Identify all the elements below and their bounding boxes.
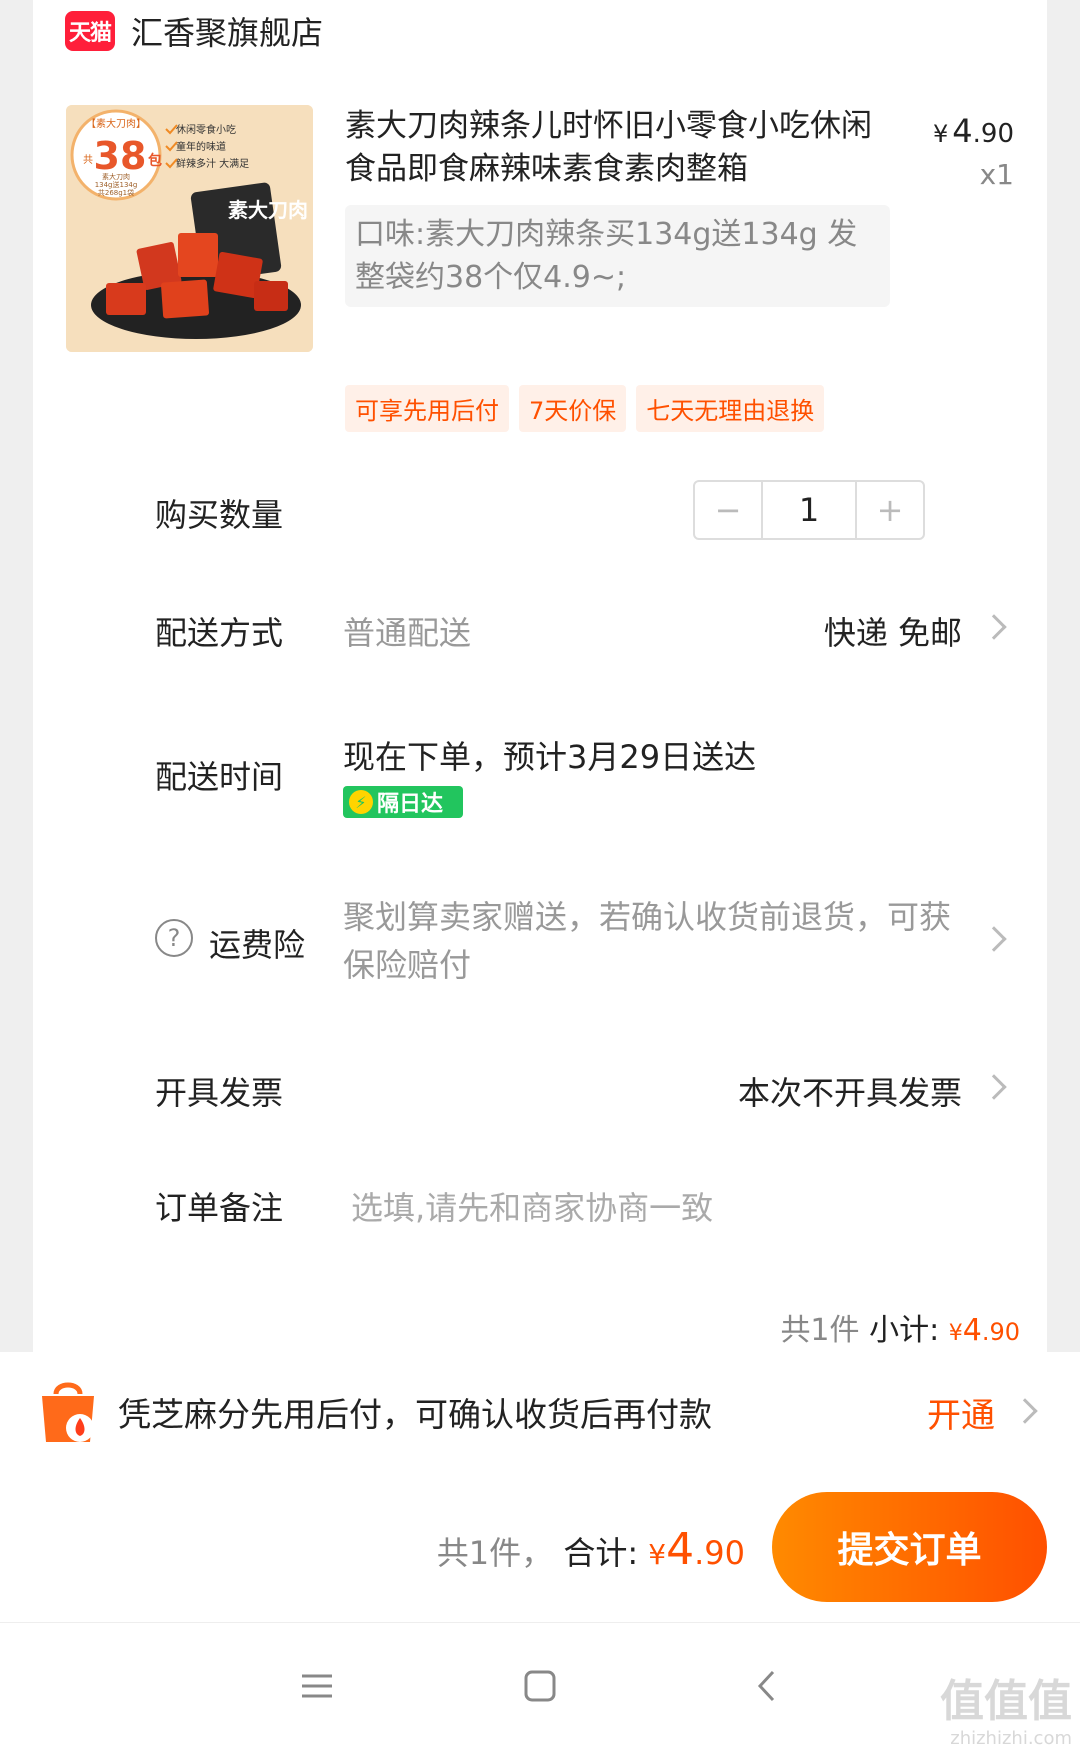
tmall-logo: 天猫	[65, 11, 115, 51]
delivery-time-label: 配送时间	[155, 758, 284, 796]
delivery-method: 普通配送	[343, 614, 472, 652]
chevron-right-icon[interactable]	[981, 614, 1007, 640]
quantity-label: 购买数量	[155, 496, 284, 534]
price-currency: ¥	[933, 120, 949, 148]
increment-button[interactable]: +	[857, 482, 923, 538]
activate-link[interactable]: 开通	[927, 1388, 995, 1437]
total-decimal: .90	[694, 1534, 745, 1572]
service-tag: 七天无理由退换	[636, 385, 825, 432]
watermark-url: zhizhizhi.com	[950, 1728, 1072, 1749]
pay-later-text: 凭芝麻分先用后付，可确认收货后再付款	[118, 1395, 712, 1434]
remark-input[interactable]: 选填,请先和商家协商一致	[351, 1183, 713, 1229]
service-tag: 7天价保	[519, 385, 627, 432]
back-icon[interactable]	[742, 1661, 792, 1711]
service-tags: 可享先用后付 7天价保 七天无理由退换	[345, 385, 825, 432]
order-total: 共1件， 合计: ¥4.90	[437, 1524, 745, 1575]
total-count: 共1件，	[436, 1534, 554, 1572]
checkout-bar: 共1件， 合计: ¥4.90 提交订单	[0, 1472, 1080, 1622]
price-integer: 4	[952, 112, 973, 150]
image-count-suffix: 包	[148, 152, 162, 169]
image-bullet: 童年的味道	[176, 140, 226, 153]
watermark: 值值值 zhizhizhi.com	[940, 1680, 1072, 1748]
watermark-text: 值值值	[940, 1676, 1072, 1727]
decrement-button[interactable]: −	[695, 482, 761, 538]
menu-icon[interactable]	[292, 1661, 342, 1711]
submit-order-button[interactable]: 提交订单	[772, 1492, 1047, 1602]
product-title[interactable]: 素大刀肉辣条儿时怀旧小零食小吃休闲食品即食麻辣味素食素肉整箱	[345, 105, 885, 191]
delivery-method-label: 配送方式	[155, 614, 284, 652]
shopping-bag-icon	[42, 1382, 94, 1442]
chevron-right-icon[interactable]	[981, 1074, 1007, 1100]
chevron-right-icon[interactable]	[1012, 1398, 1038, 1424]
insurance-label: 运费险	[209, 926, 306, 964]
total-integer: 4	[666, 1524, 695, 1575]
subtotal-currency: ¥	[948, 1321, 963, 1346]
next-day-badge: ⚡ 隔日达	[343, 786, 463, 818]
chevron-right-icon[interactable]	[981, 926, 1007, 952]
quantity-value[interactable]: 1	[761, 482, 857, 538]
service-tag: 可享先用后付	[345, 385, 509, 432]
price-decimal: .90	[972, 119, 1014, 149]
order-card: 天猫 汇香聚旗舰店 【素大刀肉】 共 38 包 素大刀肉 134g送134g 共…	[33, 0, 1047, 1352]
product-price: ¥4.90	[933, 112, 1014, 150]
store-header[interactable]: 天猫 汇香聚旗舰店	[65, 8, 323, 54]
quantity-stepper[interactable]: − 1 +	[693, 480, 925, 540]
insurance-value: 聚划算卖家赠送，若确认收货前退货，可获保险赔付	[343, 898, 952, 984]
store-name[interactable]: 汇香聚旗舰店	[131, 8, 323, 54]
total-currency: ¥	[648, 1538, 667, 1571]
subtotal-label: 小计:	[869, 1313, 940, 1348]
subtotal-integer: 4	[962, 1313, 982, 1348]
total-amount: ¥4.90	[648, 1524, 745, 1575]
delivery-time-value: 现在下单，预计3月29日送达	[343, 738, 757, 776]
product-image-art: 【素大刀肉】 共 38 包 素大刀肉 134g送134g 共268g1袋 休闲零…	[66, 105, 313, 352]
image-count: 38	[94, 134, 147, 178]
lightning-icon: ⚡	[349, 790, 373, 814]
sku-selector[interactable]: 口味:素大刀肉辣条买134g送134g 发整袋约38个仅4.9~;	[345, 205, 890, 307]
product-quantity: x1	[979, 158, 1014, 191]
image-spec-line: 素大刀肉	[102, 172, 130, 181]
help-icon[interactable]: ?	[155, 919, 193, 957]
image-pack-text: 素大刀肉	[228, 198, 308, 222]
system-nav-bar: 值值值 zhizhizhi.com	[0, 1622, 1080, 1752]
product-image[interactable]: 【素大刀肉】 共 38 包 素大刀肉 134g送134g 共268g1袋 休闲零…	[66, 105, 313, 352]
image-spec-line: 共268g1袋	[98, 188, 134, 197]
image-count-prefix: 共	[83, 154, 93, 166]
pay-later-banner[interactable]: 凭芝麻分先用后付，可确认收货后再付款 开通	[0, 1352, 1080, 1472]
home-icon[interactable]	[515, 1661, 565, 1711]
subtotal-decimal: .90	[981, 1318, 1020, 1346]
total-label: 合计:	[563, 1534, 639, 1572]
image-brand-text: 【素大刀肉】	[86, 117, 146, 130]
subtotal-amount: ¥4.90	[949, 1313, 1020, 1348]
image-spec-line: 134g送134g	[95, 180, 138, 189]
subtotal: 共1件 小计: ¥4.90	[780, 1305, 1020, 1349]
next-day-badge-label: 隔日达	[377, 792, 444, 817]
invoice-label: 开具发票	[155, 1074, 284, 1112]
subtotal-count: 共1件	[780, 1313, 860, 1348]
remark-label: 订单备注	[155, 1189, 284, 1227]
delivery-value[interactable]: 快递 免邮	[824, 608, 962, 654]
image-bullet: 鲜辣多汁 大满足	[176, 157, 249, 170]
invoice-value[interactable]: 本次不开具发票	[738, 1068, 962, 1114]
image-bullet: 休闲零食小吃	[176, 123, 236, 136]
